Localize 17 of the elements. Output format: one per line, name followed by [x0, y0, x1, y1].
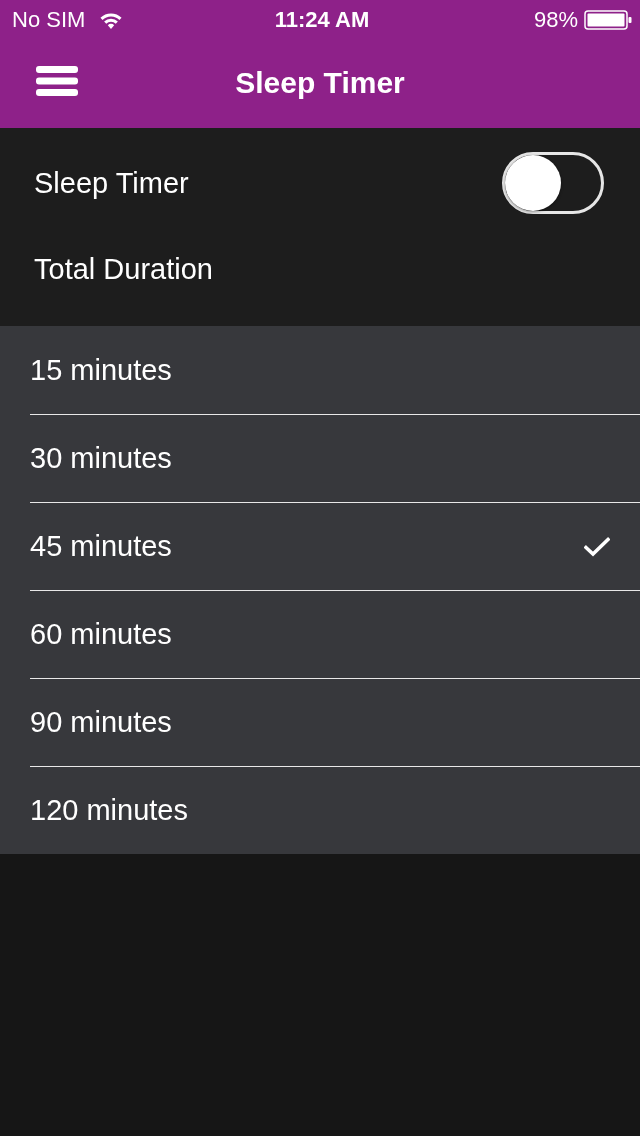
setting-label: Sleep Timer: [34, 166, 189, 200]
duration-option[interactable]: 30 minutes: [30, 414, 640, 502]
setting-label: Total Duration: [34, 252, 213, 286]
battery-percent: 98%: [533, 7, 578, 33]
duration-option[interactable]: 60 minutes: [30, 590, 640, 678]
menu-icon: [36, 65, 78, 97]
carrier-text: No SIM: [12, 7, 86, 33]
duration-option[interactable]: 90 minutes: [30, 678, 640, 766]
duration-option[interactable]: 45 minutes: [30, 502, 640, 590]
menu-button[interactable]: [36, 65, 78, 97]
sleep-timer-toggle[interactable]: [502, 152, 604, 214]
duration-option[interactable]: 15 minutes: [30, 326, 640, 414]
battery-icon: [584, 10, 632, 30]
clock-text: 11:24 AM: [274, 7, 370, 33]
nav-title: Sleep Timer: [235, 66, 405, 100]
duration-option[interactable]: 120 minutes: [30, 766, 640, 854]
wifi-icon: [99, 10, 124, 30]
